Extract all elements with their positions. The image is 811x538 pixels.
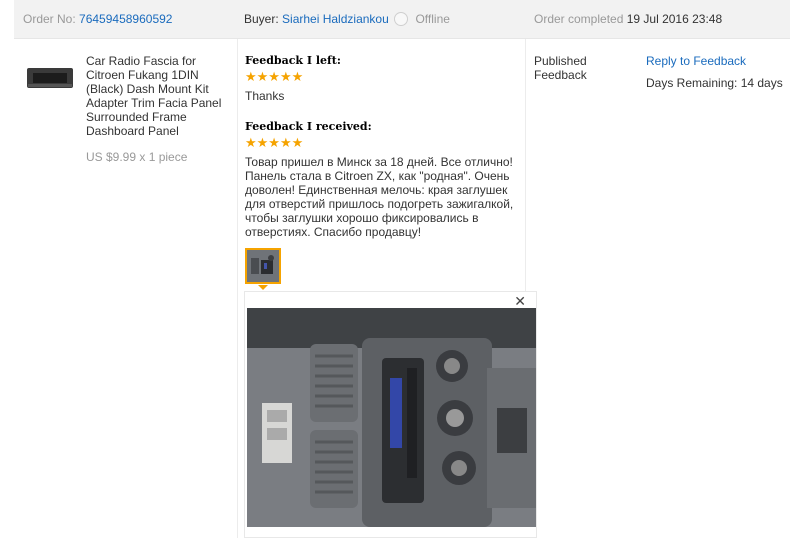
buyer-online-status: Offline [415,12,450,26]
product-thumbnail[interactable] [26,67,74,89]
order-number-label: Order No: [23,12,76,26]
feedback-received-section: Feedback I received: ★★★★★ Товар пришел … [245,120,525,239]
attachment-caret-icon [258,285,268,290]
buyer-group: Buyer: Siarhei Haldziankou Offline [244,12,450,26]
attachment-preview: ✕ [244,291,537,538]
order-completed-group: Order completed 19 Jul 2016 23:48 [534,12,722,26]
order-completed-label: Order completed [534,12,624,26]
column-divider [237,39,238,538]
feedback-received-text: Товар пришел в Минск за 18 дней. Все отл… [245,155,514,239]
feedback-left-text: Thanks [245,89,285,103]
days-remaining: Days Remaining: 14 days [646,76,783,90]
feedback-received-heading: Feedback I received: [245,120,372,133]
presence-icon [394,12,409,26]
attachment-photo [247,308,536,527]
order-number-group: Order No: 76459458960592 [23,12,172,26]
feedback-received-rating: ★★★★★ [245,135,304,150]
feedback-left-rating: ★★★★★ [245,69,304,84]
feedback-status: Published Feedback [534,54,587,82]
order-header: Order No: 76459458960592 Buyer: Siarhei … [14,0,790,39]
attachment-thumbnail[interactable] [245,248,281,284]
product-title[interactable]: Car Radio Fascia for Citroen Fukang 1DIN… [86,54,231,138]
feedback-left-section: Feedback I left: ★★★★★ Thanks [245,54,525,103]
order-number-link[interactable]: 76459458960592 [79,12,172,26]
reply-to-feedback-link[interactable]: Reply to Feedback [646,54,746,68]
order-row: Car Radio Fascia for Citroen Fukang 1DIN… [14,39,790,538]
buyer-label: Buyer: [244,12,279,26]
buyer-name-link[interactable]: Siarhei Haldziankou [282,12,389,26]
order-completed-date: 19 Jul 2016 23:48 [626,12,723,26]
product-price: US $9.99 x 1 piece [86,150,188,164]
feedback-left-heading: Feedback I left: [245,54,341,67]
